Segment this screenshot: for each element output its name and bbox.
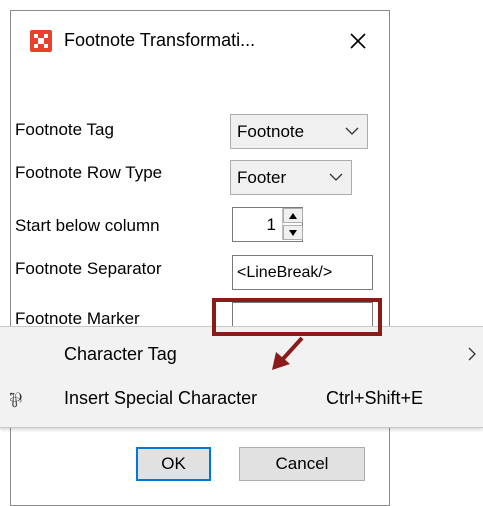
- context-menu: Character Tag ⅌ Insert Special Character…: [0, 326, 483, 428]
- special-character-icon: ⅌: [9, 390, 23, 412]
- footnote-tag-label: Footnote Tag: [15, 120, 114, 139]
- row-type-select[interactable]: Footer: [230, 160, 352, 195]
- annotation-highlight-box: [212, 298, 382, 336]
- chevron-down-icon: [345, 127, 359, 135]
- ok-button-label: OK: [161, 454, 186, 473]
- separator-label: Footnote Separator: [15, 259, 162, 278]
- menu-item-label: Insert Special Character: [64, 388, 258, 408]
- menu-item-shortcut: Ctrl+Shift+E: [326, 388, 424, 408]
- row-type-label: Footnote Row Type: [15, 163, 163, 182]
- cancel-button-label: Cancel: [275, 454, 329, 473]
- annotation-arrow-icon: [272, 336, 304, 370]
- ok-button[interactable]: OK: [136, 447, 211, 481]
- close-button[interactable]: [338, 22, 378, 60]
- triangle-up-icon: [289, 212, 297, 219]
- app-icon: [30, 30, 52, 52]
- row-type-value: Footer: [237, 167, 287, 187]
- menu-item-insert-special-character[interactable]: ⅌ Insert Special Character Ctrl+Shift+E: [0, 377, 483, 421]
- separator-value: <LineBreak/>: [237, 263, 333, 281]
- chevron-down-icon: [329, 173, 343, 181]
- triangle-down-icon: [289, 229, 297, 236]
- title-bar: Footnote Transformati...: [12, 12, 388, 70]
- spin-up-button[interactable]: [283, 208, 303, 223]
- footnote-tag-value: Footnote: [237, 121, 305, 141]
- spin-down-button[interactable]: [283, 225, 303, 240]
- start-below-value: 1: [266, 214, 276, 234]
- close-icon: [350, 33, 366, 49]
- cancel-button[interactable]: Cancel: [239, 447, 365, 481]
- menu-item-label: Character Tag: [64, 344, 177, 364]
- chevron-right-icon: [468, 347, 476, 361]
- separator-input[interactable]: <LineBreak/>: [232, 255, 373, 290]
- footnote-tag-select[interactable]: Footnote: [230, 114, 368, 149]
- dialog-title: Footnote Transformati...: [64, 30, 256, 50]
- menu-item-character-tag[interactable]: Character Tag: [0, 333, 483, 377]
- spinner-buttons: [282, 208, 303, 240]
- start-below-label: Start below column: [15, 216, 160, 235]
